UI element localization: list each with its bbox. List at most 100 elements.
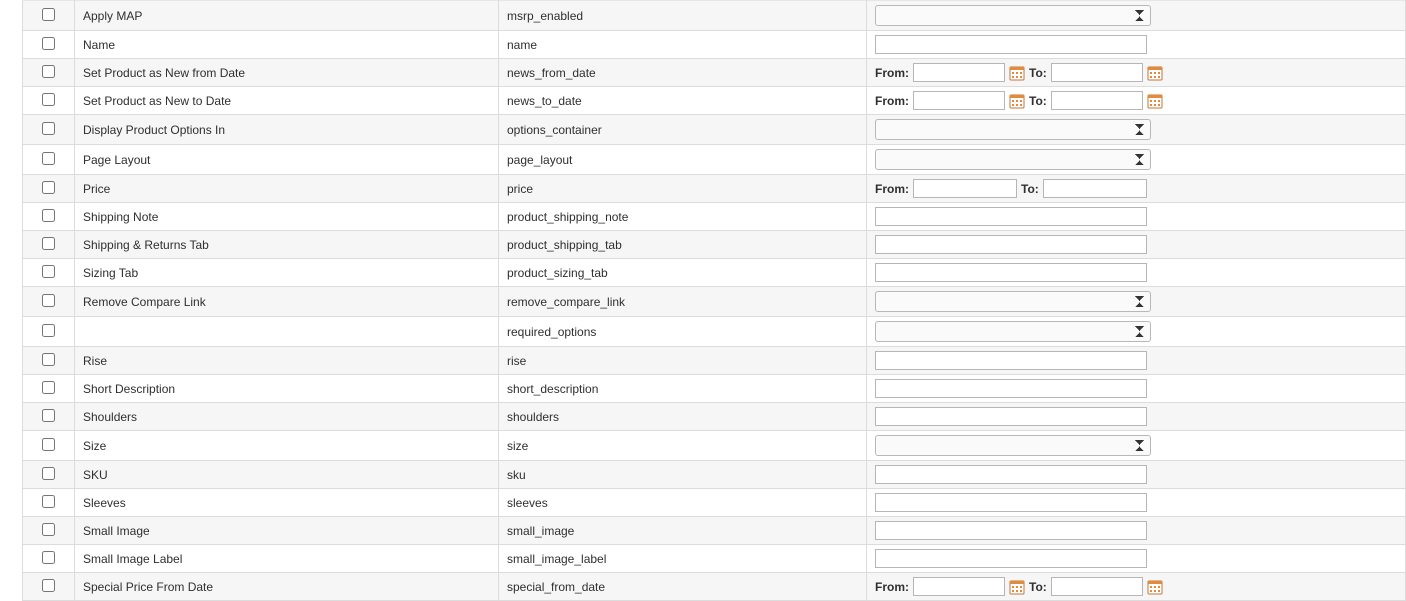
attr-filter bbox=[867, 115, 1406, 145]
attr-code: small_image bbox=[499, 517, 867, 545]
attr-label: Sleeves bbox=[75, 489, 499, 517]
attr-filter bbox=[867, 489, 1406, 517]
attr-filter bbox=[867, 403, 1406, 431]
filter-date-from[interactable] bbox=[913, 577, 1005, 596]
attr-label bbox=[75, 317, 499, 347]
attr-label: Short Description bbox=[75, 375, 499, 403]
attr-label: Sizing Tab bbox=[75, 259, 499, 287]
table-row: required_options bbox=[23, 317, 1406, 347]
to-label: To: bbox=[1029, 66, 1047, 80]
row-checkbox[interactable] bbox=[42, 551, 55, 564]
table-row: Sizesize bbox=[23, 431, 1406, 461]
attr-label: SKU bbox=[75, 461, 499, 489]
filter-text[interactable] bbox=[875, 235, 1147, 254]
calendar-icon[interactable] bbox=[1009, 65, 1025, 81]
row-checkbox[interactable] bbox=[42, 181, 55, 194]
filter-text[interactable] bbox=[875, 493, 1147, 512]
row-checkbox[interactable] bbox=[42, 324, 55, 337]
table-row: Sleevessleeves bbox=[23, 489, 1406, 517]
table-row: Shipping & Returns Tabproduct_shipping_t… bbox=[23, 231, 1406, 259]
row-checkbox[interactable] bbox=[42, 265, 55, 278]
table-row: Set Product as New from Datenews_from_da… bbox=[23, 59, 1406, 87]
calendar-icon[interactable] bbox=[1147, 579, 1163, 595]
filter-select[interactable] bbox=[875, 149, 1151, 170]
row-checkbox[interactable] bbox=[42, 523, 55, 536]
attr-code: msrp_enabled bbox=[499, 1, 867, 31]
table-row: Special Price From Datespecial_from_date… bbox=[23, 573, 1406, 601]
filter-text[interactable] bbox=[875, 263, 1147, 282]
filter-select[interactable] bbox=[875, 291, 1151, 312]
attr-label: Size bbox=[75, 431, 499, 461]
row-checkbox[interactable] bbox=[42, 122, 55, 135]
attr-filter bbox=[867, 375, 1406, 403]
filter-date-to[interactable] bbox=[1051, 63, 1143, 82]
attr-filter bbox=[867, 431, 1406, 461]
filter-select[interactable] bbox=[875, 435, 1151, 456]
calendar-icon[interactable] bbox=[1147, 93, 1163, 109]
row-checkbox[interactable] bbox=[42, 209, 55, 222]
attr-code: short_description bbox=[499, 375, 867, 403]
attr-code: product_shipping_tab bbox=[499, 231, 867, 259]
attr-filter bbox=[867, 517, 1406, 545]
filter-date-to[interactable] bbox=[1051, 91, 1143, 110]
attr-label: Page Layout bbox=[75, 145, 499, 175]
filter-text[interactable] bbox=[875, 407, 1147, 426]
calendar-icon[interactable] bbox=[1009, 579, 1025, 595]
filter-date-to[interactable] bbox=[1051, 577, 1143, 596]
attributes-table: Apply MAPmsrp_enabledNamenameSet Product… bbox=[22, 0, 1406, 601]
attr-filter bbox=[867, 203, 1406, 231]
attr-code: rise bbox=[499, 347, 867, 375]
attr-filter bbox=[867, 317, 1406, 347]
table-row: Display Product Options Inoptions_contai… bbox=[23, 115, 1406, 145]
table-row: SKUsku bbox=[23, 461, 1406, 489]
row-checkbox[interactable] bbox=[42, 294, 55, 307]
attr-code: shoulders bbox=[499, 403, 867, 431]
attr-code: product_shipping_note bbox=[499, 203, 867, 231]
filter-select[interactable] bbox=[875, 5, 1151, 26]
attr-code: required_options bbox=[499, 317, 867, 347]
row-checkbox[interactable] bbox=[42, 37, 55, 50]
filter-text[interactable] bbox=[875, 379, 1147, 398]
filter-text[interactable] bbox=[875, 549, 1147, 568]
filter-text[interactable] bbox=[875, 207, 1147, 226]
to-label: To: bbox=[1029, 94, 1047, 108]
filter-text[interactable] bbox=[875, 521, 1147, 540]
filter-from[interactable] bbox=[913, 179, 1017, 198]
calendar-icon[interactable] bbox=[1009, 93, 1025, 109]
attr-code: sleeves bbox=[499, 489, 867, 517]
filter-select[interactable] bbox=[875, 321, 1151, 342]
filter-date-from[interactable] bbox=[913, 63, 1005, 82]
attr-code: special_from_date bbox=[499, 573, 867, 601]
attr-label: Special Price From Date bbox=[75, 573, 499, 601]
row-checkbox[interactable] bbox=[42, 353, 55, 366]
row-checkbox[interactable] bbox=[42, 237, 55, 250]
row-checkbox[interactable] bbox=[42, 495, 55, 508]
calendar-icon[interactable] bbox=[1147, 65, 1163, 81]
row-checkbox[interactable] bbox=[42, 93, 55, 106]
from-label: From: bbox=[875, 580, 909, 594]
attr-code: product_sizing_tab bbox=[499, 259, 867, 287]
row-checkbox[interactable] bbox=[42, 381, 55, 394]
attr-label: Set Product as New to Date bbox=[75, 87, 499, 115]
attr-label: Remove Compare Link bbox=[75, 287, 499, 317]
attr-filter: From:To: bbox=[867, 573, 1406, 601]
row-checkbox[interactable] bbox=[42, 579, 55, 592]
row-checkbox[interactable] bbox=[42, 467, 55, 480]
filter-to[interactable] bbox=[1043, 179, 1147, 198]
row-checkbox[interactable] bbox=[42, 152, 55, 165]
filter-text[interactable] bbox=[875, 465, 1147, 484]
attr-filter bbox=[867, 145, 1406, 175]
row-checkbox[interactable] bbox=[42, 65, 55, 78]
attr-label: Small Image Label bbox=[75, 545, 499, 573]
table-row: Remove Compare Linkremove_compare_link bbox=[23, 287, 1406, 317]
filter-date-from[interactable] bbox=[913, 91, 1005, 110]
row-checkbox[interactable] bbox=[42, 409, 55, 422]
filter-text[interactable] bbox=[875, 351, 1147, 370]
filter-text[interactable] bbox=[875, 35, 1147, 54]
table-row: Page Layoutpage_layout bbox=[23, 145, 1406, 175]
filter-select[interactable] bbox=[875, 119, 1151, 140]
row-checkbox[interactable] bbox=[42, 438, 55, 451]
attr-code: price bbox=[499, 175, 867, 203]
row-checkbox[interactable] bbox=[42, 8, 55, 21]
attr-code: remove_compare_link bbox=[499, 287, 867, 317]
